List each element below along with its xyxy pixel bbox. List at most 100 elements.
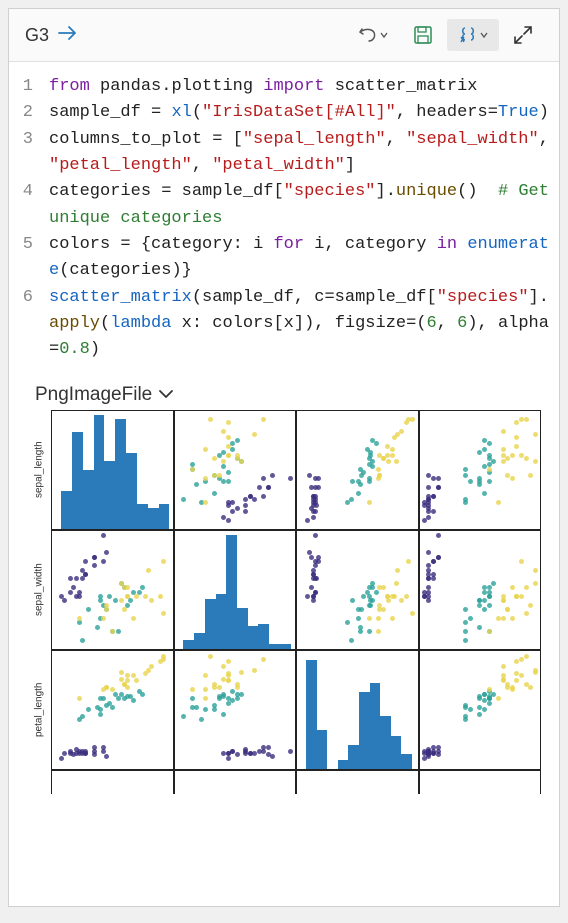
scatter-dot (496, 696, 501, 701)
scatter-dot (190, 696, 195, 701)
goto-arrow-icon[interactable] (57, 24, 79, 47)
histogram-bar (194, 633, 205, 649)
scatter-dot (370, 581, 375, 586)
scatter-dot (74, 594, 79, 599)
scatter-dot (399, 598, 404, 603)
scatter-dot (350, 598, 355, 603)
scatter-dot (381, 585, 386, 590)
scatter-dot (226, 678, 231, 683)
scatter-dot (235, 506, 240, 511)
scatter-dot (149, 598, 154, 603)
scatter-dot (62, 598, 67, 603)
expand-button[interactable] (503, 19, 543, 51)
scatter-dot (524, 585, 529, 590)
scatter-dot (385, 444, 390, 449)
scatter-dot (305, 518, 310, 523)
scatter-dot (528, 473, 533, 478)
scatter-dot (137, 689, 142, 694)
scatter-dot (239, 670, 244, 675)
scatter-dot (528, 603, 533, 608)
scatter-dot (426, 563, 431, 568)
scatter-dot (261, 417, 266, 422)
code-line[interactable]: 1from pandas.plotting import scatter_mat… (17, 74, 551, 100)
code-editor[interactable]: 1from pandas.plotting import scatter_mat… (9, 62, 559, 376)
scatter-dot (491, 581, 496, 586)
output-mode-button[interactable] (447, 19, 499, 51)
code-content[interactable]: columns_to_plot = ["sepal_length", "sepa… (49, 127, 551, 180)
code-line[interactable]: 5colors = {category: i for i, category i… (17, 232, 551, 285)
scatter-dot (288, 749, 293, 754)
scatter-dot (314, 576, 319, 581)
scatter-dot (356, 616, 361, 621)
scatter-dot (235, 438, 240, 443)
scatter-dot (463, 473, 468, 478)
scatter-dot (487, 594, 492, 599)
histogram-bar (104, 461, 115, 528)
scatter-dot (311, 503, 316, 508)
editor-panel: G3 1from pandas.plotting import scatter_… (8, 8, 560, 907)
scatter-dot (431, 576, 436, 581)
scatter-dot (83, 572, 88, 577)
scatter-dot (501, 673, 506, 678)
histogram-bar (226, 535, 237, 648)
scatter-dot (404, 594, 409, 599)
scatter-dot (311, 594, 316, 599)
scatter-dot (367, 603, 372, 608)
histogram-bar (370, 683, 381, 769)
code-content[interactable]: from pandas.plotting import scatter_matr… (49, 74, 551, 100)
code-line[interactable]: 6scatter_matrix(sample_df, c=sample_df["… (17, 285, 551, 364)
code-content[interactable]: colors = {category: i for i, category in… (49, 232, 551, 285)
scatter-dot (190, 705, 195, 710)
scatter-dot (386, 598, 391, 603)
scatter-dot (194, 482, 199, 487)
output-type-header[interactable]: PngImageFile (9, 376, 559, 410)
scatter-dot (116, 696, 121, 701)
code-content[interactable]: scatter_matrix(sample_df, c=sample_df["s… (49, 285, 551, 364)
scatter-dot (381, 607, 386, 612)
scatter-dot (235, 456, 240, 461)
scatter-dot (501, 453, 506, 458)
code-line[interactable]: 3columns_to_plot = ["sepal_length", "sep… (17, 127, 551, 180)
histogram-bar (237, 608, 248, 649)
scatter-dot (226, 503, 231, 508)
y-axis-label: sepal_width (27, 530, 51, 650)
scatter-dot (104, 703, 109, 708)
scatter-dot (501, 664, 506, 669)
scatter-dot (431, 476, 436, 481)
scatter-dot (431, 559, 436, 564)
code-line[interactable]: 4categories = sample_df["species"].uniqu… (17, 179, 551, 232)
save-button[interactable] (403, 19, 443, 51)
code-content[interactable]: sample_df = xl("IrisDataSet[#All]", head… (49, 100, 551, 126)
y-axis-label: petal_length (27, 650, 51, 770)
scatter-dot (110, 687, 115, 692)
scatter-dot (95, 625, 100, 630)
code-content[interactable]: categories = sample_df["species"].unique… (49, 179, 551, 232)
scatter-dot (104, 603, 109, 608)
scatter-dot (68, 576, 73, 581)
undo-button[interactable] (347, 19, 399, 51)
scatter-dot (422, 518, 427, 523)
scatter-dot (482, 491, 487, 496)
scatter-cell (174, 770, 297, 794)
scatter-dot (221, 464, 226, 469)
scatter-dot (436, 752, 441, 757)
scatter-dot (203, 696, 208, 701)
y-axis-label: sepal_length (27, 410, 51, 530)
scatter-dot (487, 462, 492, 467)
scatter-dot (390, 616, 395, 621)
scatter-matrix: sepal_length567sepal_width234petal_lengt… (27, 410, 541, 794)
scatter-dot (533, 581, 538, 586)
scatter-dot (431, 749, 436, 754)
scatter-dot (86, 607, 91, 612)
scatter-dot (119, 598, 124, 603)
histogram-bar (401, 754, 412, 769)
scatter-dot (248, 751, 253, 756)
scatter-dot (524, 654, 529, 659)
line-number: 3 (17, 127, 49, 180)
histogram-bar (391, 736, 402, 768)
scatter-dot (505, 607, 510, 612)
scatter-dot (230, 509, 235, 514)
code-line[interactable]: 2sample_df = xl("IrisDataSet[#All]", hea… (17, 100, 551, 126)
scatter-cell: 234 (51, 530, 174, 650)
scatter-dot (230, 749, 235, 754)
